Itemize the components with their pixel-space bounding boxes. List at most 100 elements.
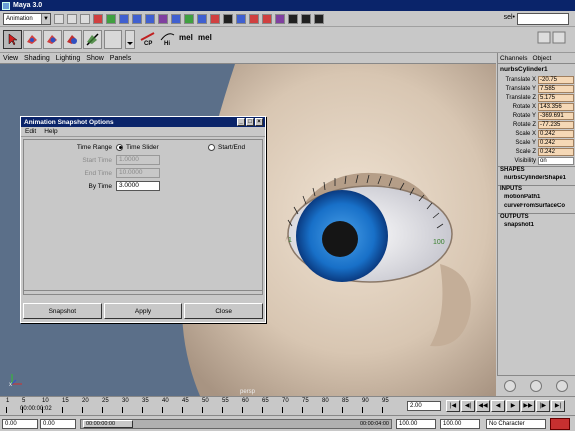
quick-select-field[interactable]: [517, 13, 569, 25]
channel-attribute-row[interactable]: Visibility on: [498, 156, 575, 165]
mask-surfaces-icon[interactable]: [171, 13, 181, 24]
selected-node-name[interactable]: nurbsCylinder1: [498, 66, 575, 75]
channel-attribute-value[interactable]: -77.235: [538, 120, 574, 129]
close-button[interactable]: Close: [184, 303, 264, 319]
channel-attribute-row[interactable]: Scale Z 0.242: [498, 147, 575, 156]
apply-button[interactable]: Apply: [103, 303, 183, 319]
channel-attribute-row[interactable]: Rotate X 143.356: [498, 102, 575, 111]
manipulator-tool-icon[interactable]: [104, 30, 122, 49]
step-back-frame-button[interactable]: ◀◀: [476, 400, 490, 412]
open-scene-icon[interactable]: [67, 13, 77, 24]
panel-menu-lighting[interactable]: Lighting: [56, 55, 81, 62]
input-node-item[interactable]: motionPath1: [498, 194, 575, 203]
save-scene-icon[interactable]: [80, 13, 90, 24]
channel-attribute-row[interactable]: Translate Y 7.585: [498, 84, 575, 93]
panel-menu-shading[interactable]: Shading: [24, 55, 50, 62]
history-icon[interactable]: [275, 13, 285, 24]
select-component-icon[interactable]: [119, 13, 129, 24]
select-object-icon[interactable]: [106, 13, 116, 24]
time-slider-radio[interactable]: [116, 143, 123, 151]
go-to-end-button[interactable]: ▶|: [551, 400, 565, 412]
playback-start-field[interactable]: 0.00: [40, 419, 76, 429]
shelf-tab-arrow-icon[interactable]: [125, 30, 135, 49]
channel-attribute-value[interactable]: -20.75: [538, 75, 574, 84]
layer-toggle-icon[interactable]: [556, 380, 568, 392]
shelf-button-mel-2[interactable]: mel: [198, 33, 212, 51]
output-node-item[interactable]: snapshot1: [498, 222, 575, 231]
mask-handles-icon[interactable]: [132, 13, 142, 24]
channel-attribute-row[interactable]: Translate Z 5.175: [498, 93, 575, 102]
new-layer-icon[interactable]: [530, 380, 542, 392]
snap-curve-icon[interactable]: [236, 13, 246, 24]
dialog-horizontal-scrollbar[interactable]: [23, 290, 263, 298]
shelf-button-hi[interactable]: Hi: [160, 31, 176, 49]
render-icon[interactable]: [288, 13, 298, 24]
channel-attribute-value[interactable]: 0.242: [538, 138, 574, 147]
channel-attribute-value[interactable]: 0.242: [538, 147, 574, 156]
snap-view-plane-icon[interactable]: [262, 13, 272, 24]
mask-deformations-icon[interactable]: [184, 13, 194, 24]
mask-dynamics-icon[interactable]: [197, 13, 207, 24]
panel-menu-view[interactable]: View: [3, 55, 18, 62]
snapshot-button[interactable]: Snapshot: [23, 303, 102, 319]
channel-box-toggle-icon[interactable]: [537, 31, 567, 45]
channel-attribute-value[interactable]: 0.242: [538, 129, 574, 138]
channel-attribute-row[interactable]: Translate X -20.75: [498, 75, 575, 84]
scale-tool-icon[interactable]: [83, 30, 102, 49]
shelf-button-cp[interactable]: CP: [140, 31, 156, 49]
channel-attribute-value[interactable]: on: [538, 156, 574, 165]
channel-box-menu-object[interactable]: Object: [532, 55, 551, 62]
channel-attribute-value[interactable]: 5.175: [538, 93, 574, 102]
panel-menu-show[interactable]: Show: [86, 55, 104, 62]
minimize-icon[interactable]: _: [237, 118, 245, 126]
panel-menu-panels[interactable]: Panels: [110, 55, 131, 62]
playback-end-field[interactable]: 100.00: [396, 419, 436, 429]
ipr-render-icon[interactable]: [301, 13, 311, 24]
channel-attribute-row[interactable]: Scale Y 0.242: [498, 138, 575, 147]
shelf-button-mel-1[interactable]: mel: [179, 33, 193, 51]
dialog-menu-edit[interactable]: Edit: [25, 128, 36, 135]
channel-attribute-value[interactable]: 7.585: [538, 84, 574, 93]
channel-attribute-row[interactable]: Scale X 0.242: [498, 129, 575, 138]
channel-attribute-row[interactable]: Rotate Y -369.691: [498, 111, 575, 120]
maximize-icon[interactable]: □: [246, 118, 254, 126]
start-end-radio[interactable]: [208, 143, 215, 151]
step-forward-frame-button[interactable]: ▶▶: [521, 400, 535, 412]
close-icon[interactable]: ×: [255, 118, 263, 126]
animation-start-field[interactable]: 0.00: [2, 419, 38, 429]
dialog-menu-help[interactable]: Help: [44, 128, 57, 135]
animation-end-field[interactable]: 100.00: [440, 419, 480, 429]
channel-box-menu-channels[interactable]: Channels: [500, 55, 527, 62]
by-time-field[interactable]: 3.0000: [116, 181, 160, 191]
select-tool-icon[interactable]: [3, 30, 22, 49]
step-forward-key-button[interactable]: |▶: [536, 400, 550, 412]
step-back-key-button[interactable]: ◀|: [461, 400, 475, 412]
time-slider[interactable]: 1 5 10 15 20 25 30 35 40 45 50 55 60 65 70 75 80 85 90 95 00…: [0, 396, 575, 415]
snap-grid-icon[interactable]: [223, 13, 233, 24]
new-scene-icon[interactable]: [54, 13, 64, 24]
input-node-item[interactable]: curveFromSurfaceCo: [498, 203, 575, 212]
channel-attribute-value[interactable]: 143.356: [538, 102, 574, 111]
go-to-start-button[interactable]: |◀: [446, 400, 460, 412]
channel-attribute-value[interactable]: -369.691: [538, 111, 574, 120]
snap-point-icon[interactable]: [249, 13, 259, 24]
select-hierarchy-icon[interactable]: [93, 13, 103, 24]
mask-joints-icon[interactable]: [145, 13, 155, 24]
channel-attribute-row[interactable]: Rotate Z -77.235: [498, 120, 575, 129]
menu-set-selector[interactable]: Animation ▼: [3, 12, 51, 25]
lasso-tool-icon[interactable]: [23, 30, 42, 49]
play-forward-button[interactable]: ▶: [506, 400, 520, 412]
range-handle[interactable]: 00:00:00:00: [83, 420, 133, 428]
range-bar[interactable]: 00:00:00:00 00:00:04:00: [80, 419, 392, 429]
play-backward-button[interactable]: ◀: [491, 400, 505, 412]
current-time-field[interactable]: 2.00: [407, 401, 441, 411]
rotate-tool-icon[interactable]: [63, 30, 82, 49]
render-globals-icon[interactable]: [314, 13, 324, 24]
move-tool-icon[interactable]: [43, 30, 62, 49]
mask-curves-icon[interactable]: [158, 13, 168, 24]
layer-option-icon[interactable]: [504, 380, 516, 392]
shape-node-item[interactable]: nurbsCylinderShape1: [498, 175, 575, 184]
mask-rendering-icon[interactable]: [210, 13, 220, 24]
character-set-field[interactable]: No Character: [486, 419, 546, 429]
auto-key-icon[interactable]: [550, 418, 570, 430]
